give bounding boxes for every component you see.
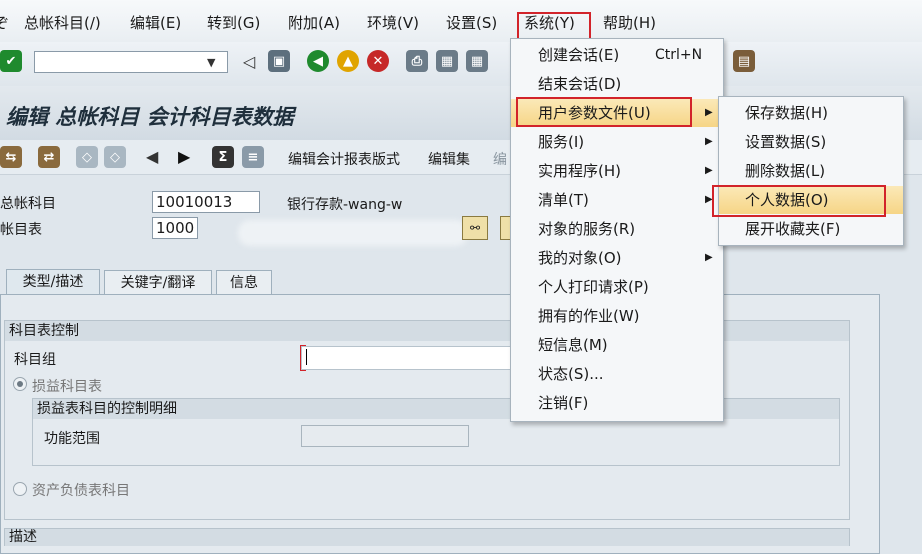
user-profile-submenu: 保存数据(H) 设置数据(S) 删除数据(L) 个人数据(O) 展开收藏夹(F)	[718, 96, 904, 246]
submenu-item-expand-favorites[interactable]: 展开收藏夹(F)	[719, 215, 903, 243]
menu-item-services[interactable]: 服务(I) ▶	[511, 128, 723, 156]
description-group-title: 描述	[5, 529, 849, 546]
gl-account-field[interactable]: 10010013	[152, 191, 260, 213]
menu-item-own-jobs[interactable]: 拥有的作业(W)	[511, 302, 723, 330]
display-change-icon[interactable]: ⇆	[0, 146, 22, 168]
bs-radio[interactable]	[13, 482, 27, 496]
menu-item-label: 拥有的作业(W)	[538, 307, 640, 325]
layout-icon[interactable]: ▤	[733, 50, 755, 72]
save-icon[interactable]: ▣	[268, 50, 290, 72]
bs-radio-label: 资产负债表科目	[32, 483, 130, 499]
chevron-down-icon[interactable]: ▼	[207, 56, 215, 69]
own-data-highlight-box	[712, 185, 886, 217]
menu-item-end-session[interactable]: 结束会话(D)	[511, 70, 723, 98]
menu-item-log-off[interactable]: 注销(F)	[511, 389, 723, 417]
exit-icon[interactable]: ▲	[337, 50, 359, 72]
page-title: 编辑 总帐科目 会计科目表数据	[6, 105, 294, 129]
tab-information[interactable]: 信息	[216, 270, 272, 294]
menu-environment[interactable]: 环境(V)	[367, 12, 419, 33]
glasses-icon[interactable]: ⚯	[462, 216, 488, 240]
menu-item-label: 状态(S)...	[538, 365, 604, 383]
next-group-icon[interactable]: ◇	[104, 146, 126, 168]
menu-item-utilities[interactable]: 实用程序(H) ▶	[511, 157, 723, 185]
user-profile-highlight-box	[516, 97, 692, 127]
submenu-item-set-data[interactable]: 设置数据(S)	[719, 128, 903, 156]
find-icon[interactable]: ▦	[436, 50, 458, 72]
find-next-icon[interactable]: ▦	[466, 50, 488, 72]
menu-item-list[interactable]: 清单(T) ▶	[511, 186, 723, 214]
menu-item-label: 短信息(M)	[538, 336, 608, 354]
functional-area-field[interactable]	[301, 425, 469, 447]
menu-item-label: 清单(T)	[538, 191, 589, 209]
menu-item-label: 删除数据(L)	[745, 162, 826, 180]
cancel-icon[interactable]: ✕	[367, 50, 389, 72]
menu-goto[interactable]: 转到(G)	[207, 12, 260, 33]
menu-item-label: 我的对象(O)	[538, 249, 622, 267]
menu-item-label: 服务(I)	[538, 133, 585, 151]
next-icon[interactable]: ▶	[178, 147, 190, 166]
pl-radio-label: 损益科目表	[32, 379, 102, 395]
menu-gl-account[interactable]: 总帐科目(/)	[24, 12, 101, 33]
menu-item-object-services[interactable]: 对象的服务(R)	[511, 215, 723, 243]
back-triangle-icon[interactable]: ◁	[238, 50, 260, 72]
gl-account-description: 银行存款-wang-w	[287, 197, 403, 213]
account-group-field[interactable]	[301, 346, 521, 370]
gl-account-label: 总帐科目	[0, 196, 56, 212]
edit-fs-version-button[interactable]: 编辑会计报表版式	[288, 149, 400, 169]
menu-extras[interactable]: 附加(A)	[288, 12, 340, 33]
chart-of-accounts-field[interactable]: 1000	[152, 217, 198, 239]
radio-dot	[17, 381, 23, 387]
menu-item-label: 对象的服务(R)	[538, 220, 636, 238]
submenu-arrow-icon: ▶	[705, 136, 713, 147]
previous-group-icon[interactable]: ◇	[76, 146, 98, 168]
document-icon[interactable]: ≡	[242, 146, 264, 168]
menu-item-create-session[interactable]: 创建会话(E) Ctrl+N	[511, 41, 723, 69]
chart-of-accounts-label: 帐目表	[0, 222, 42, 238]
system-menu-dropdown: 创建会话(E) Ctrl+N 结束会话(D) 用户参数文件(U) ▶ 服务(I)…	[510, 38, 724, 422]
menu-item-label: 结束会话(D)	[538, 75, 622, 93]
menu-item-label: 个人打印请求(P)	[538, 278, 649, 296]
menu-item-label: 注销(F)	[538, 394, 589, 412]
menu-item-label: 保存数据(H)	[745, 104, 828, 122]
pl-radio[interactable]	[13, 377, 27, 391]
submenu-arrow-icon: ▶	[705, 252, 713, 263]
where-used-icon[interactable]: Σ	[212, 146, 234, 168]
menu-help[interactable]: 帮助(H)	[603, 12, 656, 33]
menu-bar: ぞ 总帐科目(/) 编辑(E) 转到(G) 附加(A) 环境(V) 设置(S) …	[0, 0, 922, 42]
tab-type-description[interactable]: 类型/描述	[6, 269, 100, 295]
tab-keyword-translation[interactable]: 关键字/翻译	[104, 270, 212, 294]
menu-item-own-spool-requests[interactable]: 个人打印请求(P)	[511, 273, 723, 301]
menu-item-short-message[interactable]: 短信息(M)	[511, 331, 723, 359]
menu-item-my-objects[interactable]: 我的对象(O) ▶	[511, 244, 723, 272]
menu-edit[interactable]: 编辑(E)	[130, 12, 181, 33]
back-icon[interactable]: ◀	[307, 50, 329, 72]
blurred-region	[238, 220, 468, 246]
submenu-arrow-icon: ▶	[705, 107, 713, 118]
text-cursor	[306, 349, 307, 365]
edit-truncated-button[interactable]: 编	[493, 149, 507, 169]
menu-settings[interactable]: 设置(S)	[446, 12, 497, 33]
functional-area-label: 功能范围	[44, 431, 100, 447]
submenu-item-delete-data[interactable]: 删除数据(L)	[719, 157, 903, 185]
menu-item-label: 设置数据(S)	[745, 133, 827, 151]
submenu-arrow-icon: ▶	[705, 165, 713, 176]
menu-item-label: 实用程序(H)	[538, 162, 621, 180]
submenu-item-save-data[interactable]: 保存数据(H)	[719, 99, 903, 127]
partial-menu-icon: ぞ	[0, 14, 10, 32]
system-menu-highlight-box	[517, 12, 591, 40]
command-field[interactable]	[34, 51, 228, 73]
print-icon[interactable]: ⎙	[406, 50, 428, 72]
menu-item-label: 展开收藏夹(F)	[745, 220, 841, 238]
shortcut-label: Ctrl+N	[655, 47, 703, 63]
other-object-icon[interactable]: ⇄	[38, 146, 60, 168]
previous-icon[interactable]: ◀	[146, 147, 158, 166]
menu-item-label: 创建会话(E)	[538, 46, 620, 64]
edit-set-button[interactable]: 编辑集	[428, 149, 470, 169]
account-group-label: 科目组	[14, 352, 56, 368]
enter-check-icon[interactable]: ✔	[0, 50, 22, 72]
menu-item-status[interactable]: 状态(S)...	[511, 360, 723, 388]
